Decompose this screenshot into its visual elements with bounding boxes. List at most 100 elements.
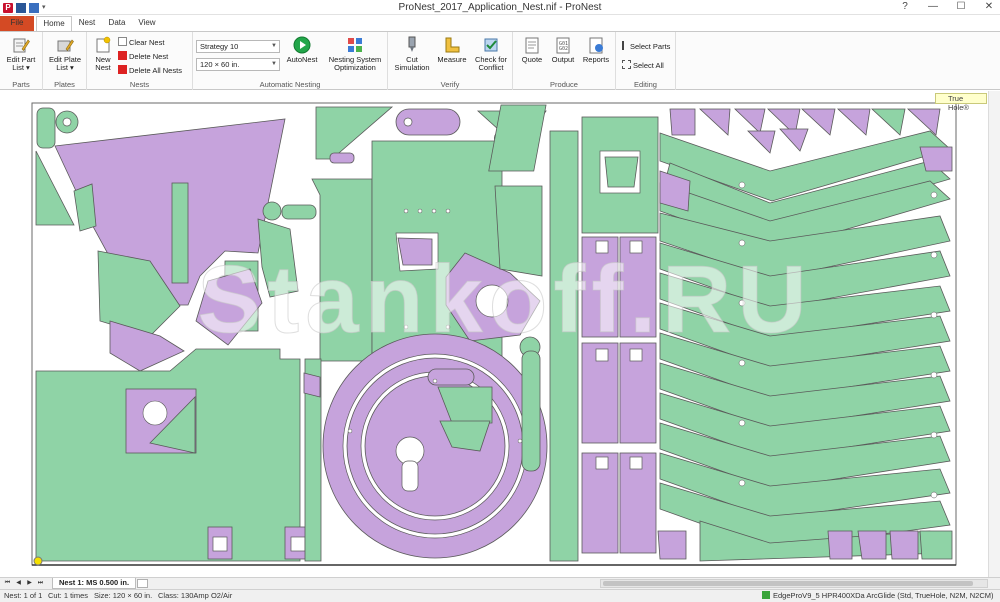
- tab-data[interactable]: Data: [104, 16, 130, 31]
- part-hole: [62, 117, 72, 127]
- part-hole: [595, 240, 609, 254]
- tab-nest[interactable]: Nest: [74, 16, 100, 31]
- nested-part[interactable]: [329, 152, 355, 164]
- tab-view[interactable]: View: [134, 16, 160, 31]
- last-nest-icon[interactable]: ⏭: [36, 579, 45, 588]
- nesting-system-optimization-label: Nesting System Optimization: [328, 55, 382, 72]
- nested-part[interactable]: [494, 185, 543, 277]
- cut-simulation-button[interactable]: Cut Simulation: [392, 36, 432, 72]
- nested-part[interactable]: [919, 146, 953, 172]
- part-hole: [290, 536, 306, 552]
- next-nest-icon[interactable]: ▶: [25, 579, 34, 588]
- close-button[interactable]: ✕: [982, 0, 996, 14]
- nested-part[interactable]: [604, 156, 639, 188]
- plates-group-label: Plates: [54, 80, 75, 89]
- quote-button[interactable]: Quote: [517, 36, 547, 64]
- nested-part[interactable]: [857, 530, 887, 560]
- measure-label: Measure: [437, 55, 467, 64]
- select-all-icon: [622, 60, 631, 69]
- select-parts-button[interactable]: Select Parts: [622, 41, 670, 52]
- plate-size-dropdown[interactable]: 120 × 60 in. ▼: [196, 58, 280, 71]
- checkmark-shield-icon: [484, 38, 498, 52]
- editing-group: Select Parts Select All Editing: [616, 32, 676, 90]
- nested-part[interactable]: [36, 107, 56, 149]
- ribbon-tab-row: File Home Nest Data View: [0, 15, 1000, 31]
- automatic-nesting-group-label: Automatic Nesting: [259, 80, 321, 89]
- horizontal-scrollbar[interactable]: [600, 579, 988, 588]
- nested-part[interactable]: [889, 530, 919, 560]
- nest-plate-drawing[interactable]: .g { fill: #8fd3a6; stroke: #5a5a5a; str…: [0, 91, 988, 577]
- autonest-button[interactable]: AutoNest: [285, 36, 319, 64]
- nest-tab-bar: ⏮ ◀ ▶ ⏭ Nest 1: MS 0.500 in.: [0, 577, 1000, 589]
- status-machine-text: EdgeProV9_5 HPR400XDa ArcGlide (Std, Tru…: [773, 591, 994, 600]
- reports-icon: [589, 37, 603, 54]
- part-hole: [401, 460, 419, 492]
- edit-plate-list-button[interactable]: Edit Plate List ▾: [47, 36, 83, 72]
- edit-part-list-label: Edit Part List ▾: [6, 55, 36, 72]
- measure-button[interactable]: Measure: [434, 36, 470, 64]
- first-nest-icon[interactable]: ⏮: [3, 579, 12, 588]
- new-nest-button[interactable]: New Nest: [89, 36, 117, 72]
- nested-part[interactable]: [919, 530, 953, 560]
- check-for-conflict-button[interactable]: Check for Conflict: [472, 36, 510, 72]
- part-hole: [595, 456, 609, 470]
- measure-icon: [445, 37, 460, 53]
- scrollbar-thumb[interactable]: [603, 581, 973, 586]
- strategy-dropdown[interactable]: Strategy 10 ▼: [196, 40, 280, 53]
- nested-part[interactable]: [281, 204, 317, 220]
- chevron-down-icon: ▼: [271, 43, 277, 49]
- new-nest-label: New Nest: [95, 55, 111, 72]
- nesting-system-optimization-button[interactable]: Nesting System Optimization: [327, 36, 383, 72]
- nest-tab-active[interactable]: Nest 1: MS 0.500 in.: [52, 578, 137, 589]
- nested-part[interactable]: [303, 372, 321, 398]
- delete-nest-button[interactable]: Delete Nest: [118, 51, 168, 62]
- select-all-label: Select All: [633, 61, 664, 70]
- strategy-value: Strategy 10: [200, 42, 239, 51]
- nested-part[interactable]: [657, 530, 687, 560]
- chevron-down-icon: ▼: [271, 61, 277, 67]
- play-icon: [293, 36, 311, 54]
- nests-group: New Nest Clear Nest Delete Nest Delete A…: [87, 32, 193, 90]
- zigzag-parts: [659, 130, 951, 562]
- clear-nest-label: Clear Nest: [129, 38, 165, 47]
- nested-part[interactable]: [549, 130, 579, 562]
- select-all-button[interactable]: Select All: [622, 60, 664, 71]
- new-nest-icon: [96, 36, 111, 53]
- nested-part[interactable]: [35, 348, 301, 562]
- true-hole-badge[interactable]: True Hole®: [935, 93, 987, 112]
- nested-part[interactable]: [171, 182, 189, 284]
- status-cut-times: Cut: 1 times: [48, 591, 89, 600]
- nested-part[interactable]: [262, 201, 282, 221]
- reports-label: Reports: [582, 55, 610, 64]
- nested-part[interactable]: [311, 178, 373, 362]
- window-title: ProNest_2017_Application_Nest.nif - ProN…: [398, 2, 602, 13]
- plate-size-value: 120 × 60 in.: [200, 60, 240, 69]
- minimize-button[interactable]: —: [926, 0, 940, 14]
- prev-nest-icon[interactable]: ◀: [14, 579, 23, 588]
- tab-home[interactable]: Home: [36, 16, 72, 31]
- nested-part[interactable]: [521, 350, 541, 472]
- right-tool-strip: [988, 91, 1000, 577]
- part-hole: [629, 240, 643, 254]
- tab-file[interactable]: File: [0, 16, 34, 31]
- delete-nest-label: Delete Nest: [129, 52, 169, 61]
- nests-group-label: Nests: [129, 80, 150, 89]
- edit-part-list-button[interactable]: Edit Part List ▾: [3, 36, 39, 72]
- part-hole: [629, 348, 643, 362]
- nesting-optimization-icon: [348, 38, 362, 52]
- nested-part[interactable]: [669, 108, 696, 136]
- help-button[interactable]: ?: [898, 0, 912, 14]
- nested-part[interactable]: [397, 237, 433, 266]
- delete-all-nests-button[interactable]: Delete All Nests: [118, 65, 182, 76]
- nested-part[interactable]: [827, 530, 853, 560]
- reports-button[interactable]: Reports: [580, 36, 612, 64]
- maximize-button[interactable]: ☐: [954, 0, 968, 14]
- edit-plate-list-label: Edit Plate List ▾: [48, 55, 82, 72]
- clear-nest-button[interactable]: Clear Nest: [118, 37, 164, 48]
- output-button[interactable]: G01 G02 Output: [548, 36, 578, 64]
- plates-group: Edit Plate List ▾ Plates: [43, 32, 87, 90]
- verify-group: Cut Simulation Measure Check for Conflic…: [388, 32, 513, 90]
- quote-label: Quote: [521, 55, 543, 64]
- add-nest-tab-icon[interactable]: [137, 579, 148, 588]
- select-parts-label: Select Parts: [630, 42, 671, 51]
